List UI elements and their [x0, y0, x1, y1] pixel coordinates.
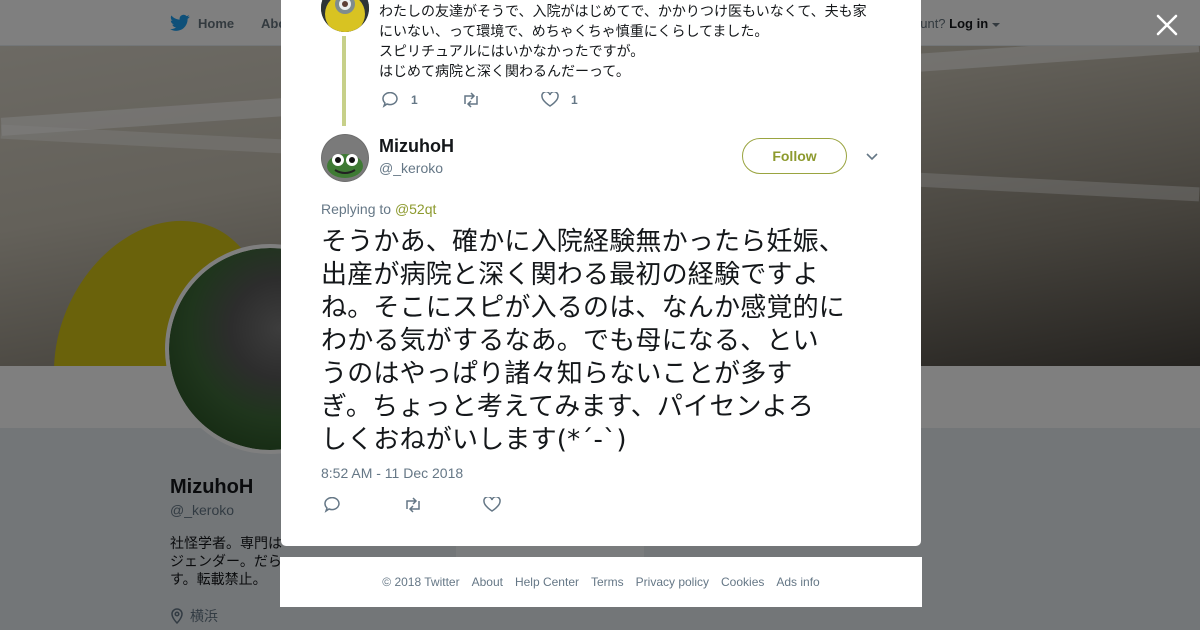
- tweet-text-line: そうかあ、確かに入院経験無かったら妊娠、: [321, 227, 846, 257]
- tweet-text-line: うのはやっぱり諸々知らないことが多す: [321, 359, 793, 389]
- previous-tweet-avatar[interactable]: [321, 0, 369, 32]
- close-icon[interactable]: [1154, 12, 1180, 38]
- reply-icon: [324, 497, 340, 513]
- tweet-author-handle[interactable]: @_keroko: [379, 160, 443, 176]
- copyright-text: © 2018 Twitter: [382, 575, 460, 589]
- previous-tweet-line: はじめて病院と深く関わるんだーって。: [379, 64, 630, 80]
- footer-link-help-center[interactable]: Help Center: [515, 575, 579, 589]
- tweet-timestamp[interactable]: 8:52 AM - 11 Dec 2018: [321, 465, 463, 481]
- replying-to: Replying to @52qt: [321, 201, 436, 217]
- like-button[interactable]: 1: [541, 92, 578, 108]
- tweet-text-line: ぎ。ちょっと考えてみます、パイセンよろ: [321, 392, 815, 422]
- footer-link-ads-info[interactable]: Ads info: [776, 575, 819, 589]
- reply-icon: [382, 92, 398, 108]
- retweet-icon: [464, 92, 478, 108]
- previous-tweet-actions: 1 1: [381, 92, 578, 108]
- tweet-text-line: ね。そこにスピが入るのは、なんか感覚的に: [321, 293, 846, 323]
- like-button[interactable]: [483, 497, 501, 513]
- footer-link-about[interactable]: About: [472, 575, 503, 589]
- previous-tweet-line: わたしの友達がそうで、入院がはじめてで、かかりつけ医もいなくて、夫も家: [379, 4, 867, 20]
- retweet-button[interactable]: [461, 92, 541, 108]
- reply-count: 1: [411, 93, 418, 107]
- follow-button[interactable]: Follow: [742, 138, 847, 174]
- footer-link-terms[interactable]: Terms: [591, 575, 624, 589]
- footer-link-cookies[interactable]: Cookies: [721, 575, 764, 589]
- tweet-author-name[interactable]: MizuhoH: [379, 136, 454, 157]
- tweet-text-line: しくおねがいします(*´-`): [321, 425, 627, 455]
- retweet-icon: [406, 497, 420, 513]
- retweet-button[interactable]: [403, 497, 483, 513]
- tweet-author-avatar[interactable]: [321, 134, 369, 182]
- reply-button[interactable]: 1: [381, 92, 461, 108]
- reply-button[interactable]: [323, 497, 403, 513]
- previous-tweet-line: スピリチュアルにはいかなかったですが。: [379, 44, 645, 60]
- thread-connector-line: [342, 36, 346, 126]
- tweet-actions: [323, 497, 501, 513]
- tweet-text-line: わかる気がするなあ。でも母になる、とい: [321, 326, 819, 356]
- tweet-permalink-modal: わたしの友達がそうで、入院がはじめてで、かかりつけ医もいなくて、夫も家 にいない…: [281, 0, 921, 546]
- previous-tweet-line: にいない、って環境で、めちゃくちゃ慎重にくらしてました。: [379, 24, 769, 40]
- previous-tweet-text: わたしの友達がそうで、入院がはじめてで、かかりつけ医もいなくて、夫も家 にいない…: [379, 2, 879, 82]
- modal-footer: © 2018 Twitter About Help Center Terms P…: [280, 557, 922, 607]
- like-icon: [541, 92, 559, 107]
- like-icon: [483, 497, 501, 512]
- replying-prefix: Replying to: [321, 201, 392, 217]
- tweet-text: そうかあ、確かに入院経験無かったら妊娠、 出産が病院と深く関わる最初の経験ですよ…: [321, 226, 886, 457]
- replying-to-link[interactable]: @52qt: [395, 201, 436, 217]
- like-count: 1: [571, 93, 578, 107]
- chevron-down-icon[interactable]: [864, 148, 880, 164]
- footer-link-privacy[interactable]: Privacy policy: [636, 575, 709, 589]
- tweet-text-line: 出産が病院と深く関わる最初の経験ですよ: [321, 260, 819, 290]
